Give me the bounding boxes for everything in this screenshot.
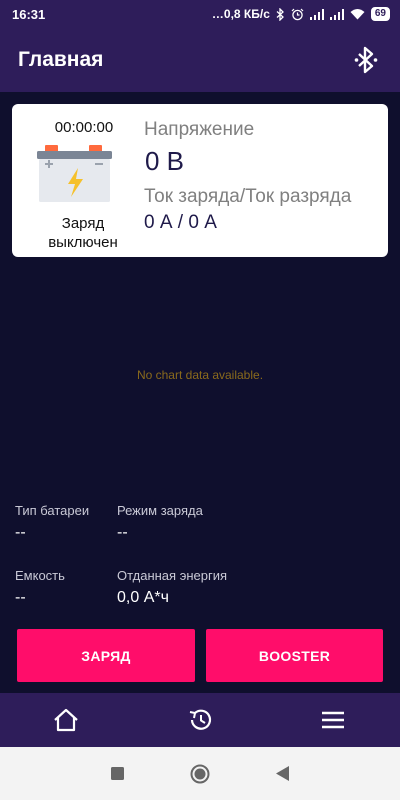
alarm-icon [291, 8, 304, 20]
energy-label: Отданная энергия [117, 568, 228, 583]
wifi-icon [350, 9, 365, 20]
status-time: 16:31 [12, 6, 46, 22]
charge-mode-label: Режим заряда [117, 503, 203, 518]
recents-icon [110, 767, 124, 780]
home-icon [54, 708, 78, 732]
bottom-nav [0, 693, 400, 747]
status-card: 00:00:00 Заряд выключен Напряжение 0 В Т… [12, 104, 388, 257]
history-icon [189, 709, 212, 730]
battery-type-label: Тип батареи [15, 503, 90, 518]
status-bluetooth-icon [276, 7, 284, 21]
page-title: Главная [18, 48, 104, 71]
bluetooth-icon [354, 46, 378, 74]
battery-level-badge: 69 [370, 7, 390, 21]
status-bar: 16:31 …0,8 КБ/с 69 [0, 0, 400, 28]
current-value: 0 А / 0 А [144, 212, 217, 233]
battery-icon [37, 145, 112, 202]
capacity-label: Емкость [15, 568, 65, 583]
charge-timer: 00:00:00 [54, 119, 114, 136]
menu-icon [322, 711, 344, 729]
voltage-label: Напряжение [144, 119, 255, 140]
charge-status-text: Заряд выключен [48, 215, 118, 251]
bluetooth-button[interactable] [350, 44, 382, 76]
charge-mode-value: -- [117, 524, 128, 541]
system-home-button[interactable] [175, 747, 225, 800]
nav-menu[interactable] [303, 693, 363, 747]
app-bar: Главная [0, 28, 400, 92]
nav-history[interactable] [170, 693, 230, 747]
booster-button[interactable]: BOOSTER [206, 629, 383, 682]
system-nav-bar [0, 747, 400, 800]
chart-empty-message: No chart data available. [136, 368, 264, 382]
net-speed: …0,8 КБ/с [211, 7, 270, 21]
current-label: Ток заряда/Ток разряда [144, 186, 352, 207]
charge-button[interactable]: ЗАРЯД [17, 629, 195, 682]
home-circle-icon [190, 764, 210, 783]
status-icons: …0,8 КБ/с 69 [212, 7, 390, 21]
signal-icon-2 [329, 8, 344, 20]
system-recents-button[interactable] [92, 747, 142, 800]
capacity-value: -- [15, 589, 26, 606]
battery-type-value: -- [15, 524, 26, 541]
back-icon [275, 766, 289, 781]
signal-icon [309, 8, 324, 20]
voltage-value: 0 В [145, 146, 185, 176]
nav-home[interactable] [36, 693, 96, 747]
energy-value: 0,0 А*ч [117, 589, 169, 606]
system-back-button[interactable] [257, 747, 307, 800]
